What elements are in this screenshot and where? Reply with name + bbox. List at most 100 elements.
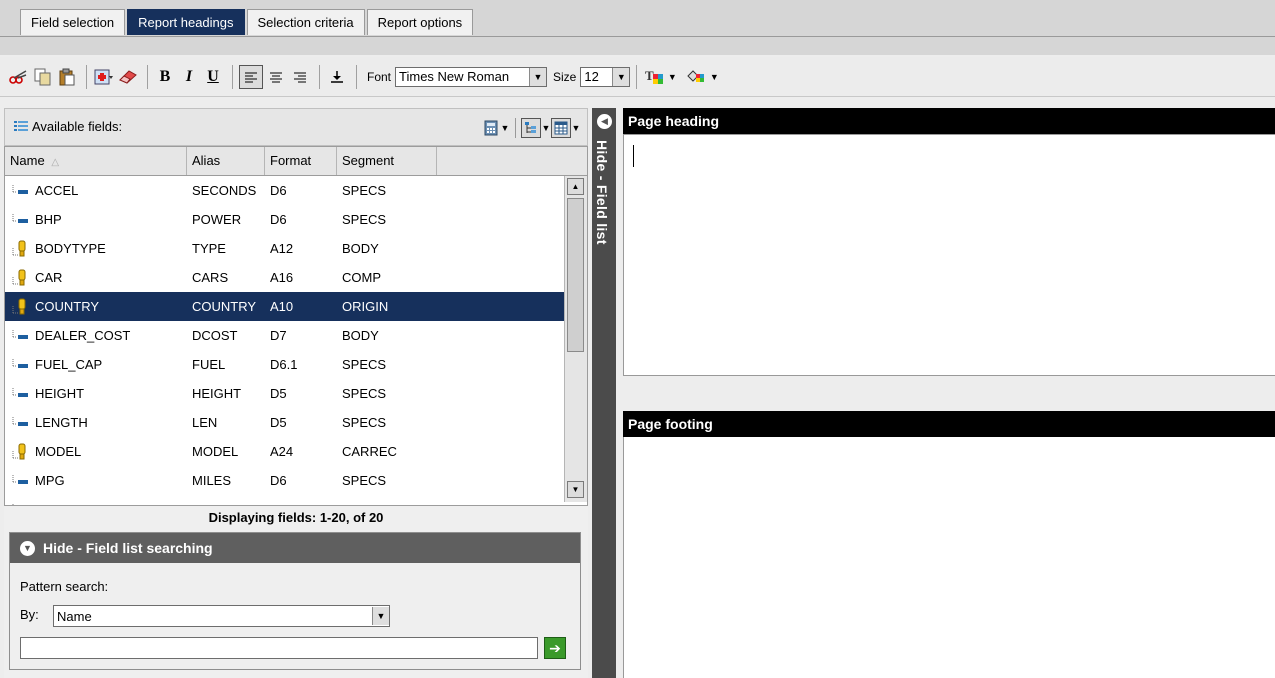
- field-list-search-toggle[interactable]: ▼ Hide - Field list searching: [10, 533, 580, 563]
- paste-icon[interactable]: [56, 66, 78, 88]
- cell-format: A10: [270, 299, 294, 314]
- cell-name: LENGTH: [35, 415, 88, 430]
- search-by-select[interactable]: Name ▼: [53, 605, 390, 627]
- cell-format: D5: [270, 386, 287, 401]
- cell-format: D6.1: [270, 357, 298, 372]
- measure-field-icon: [11, 385, 29, 402]
- eraser-icon[interactable]: [117, 66, 139, 88]
- measure-field-icon: [11, 211, 29, 228]
- field-list-panel: Available fields: ▼ ▼ ▼ Name △ Alias For…: [4, 108, 588, 678]
- bold-button[interactable]: B: [154, 66, 176, 88]
- align-left-icon[interactable]: [239, 64, 263, 89]
- table-row[interactable]: DEALER_COST DCOST D7 BODY: [5, 321, 565, 350]
- measure-field-icon: [11, 472, 29, 489]
- table-row[interactable]: MPG MILES D6 SPECS: [5, 466, 565, 495]
- tab-bar: Field selection Report headings Selectio…: [0, 0, 1275, 40]
- toolbar-separator: [86, 64, 87, 89]
- cell-segment: SPECS: [342, 415, 387, 430]
- sort-ascending-icon: △: [51, 157, 60, 168]
- align-right-icon[interactable]: [289, 66, 311, 88]
- table-row[interactable]: MODEL MODEL A24 CARREC: [5, 437, 565, 466]
- chevron-down-icon[interactable]: ▼: [612, 67, 630, 86]
- chevron-down-icon[interactable]: ▼: [529, 67, 547, 86]
- table-row[interactable]: HEIGHT HEIGHT D5 SPECS: [5, 379, 565, 408]
- fill-color-icon[interactable]: [685, 66, 707, 88]
- search-input[interactable]: [20, 637, 538, 659]
- tab-field-selection[interactable]: Field selection: [20, 9, 126, 35]
- dimension-field-icon: [11, 298, 29, 315]
- table-row[interactable]: LENGTH LEN D5 SPECS: [5, 408, 565, 437]
- tab-selection-criteria[interactable]: Selection criteria: [246, 9, 365, 35]
- cell-name: FUEL_CAP: [35, 357, 103, 372]
- cell-alias: COUNTRY: [192, 299, 257, 314]
- chevron-down-icon[interactable]: ▼: [571, 119, 581, 137]
- toolbar-separator: [356, 64, 357, 89]
- page-heading-editor[interactable]: [623, 134, 1275, 376]
- copy-icon[interactable]: [32, 66, 54, 88]
- table-row[interactable]: RETAIL_COST RCOST D7 BODY: [5, 495, 565, 505]
- cell-alias: HEIGHT: [192, 386, 242, 401]
- cell-name: COUNTRY: [35, 299, 100, 314]
- column-header-name[interactable]: Name △: [5, 147, 187, 175]
- column-header-name-label: Name: [10, 153, 45, 168]
- cell-alias: LEN: [192, 415, 218, 430]
- grid-view-icon[interactable]: [551, 118, 571, 138]
- calculator-icon[interactable]: [482, 119, 500, 137]
- table-row[interactable]: BODYTYPE TYPE A12 BODY: [5, 234, 565, 263]
- table-row[interactable]: COUNTRY COUNTRY A10 ORIGIN: [5, 292, 565, 321]
- cell-format: D5: [270, 415, 287, 430]
- chevron-down-icon[interactable]: ▼: [372, 607, 389, 625]
- chevron-down-icon[interactable]: ▼: [709, 66, 719, 88]
- search-go-button[interactable]: ➔: [544, 637, 566, 659]
- tab-divider: [0, 36, 1275, 37]
- table-row[interactable]: CAR CARS A16 COMP: [5, 263, 565, 292]
- field-list-search-title: Hide - Field list searching: [43, 540, 213, 556]
- underline-button[interactable]: U: [202, 66, 224, 88]
- column-header-format[interactable]: Format: [265, 147, 337, 175]
- cell-segment: BODY: [342, 328, 379, 343]
- page-footing-editor[interactable]: [623, 437, 1275, 678]
- cell-alias: POWER: [192, 212, 242, 227]
- insert-line-icon[interactable]: [326, 66, 348, 88]
- scrollbar-thumb[interactable]: [567, 198, 584, 352]
- measure-field-icon: [11, 414, 29, 431]
- italic-button[interactable]: I: [178, 66, 200, 88]
- measure-field-icon: [11, 356, 29, 373]
- table-row[interactable]: FUEL_CAP FUEL D6.1 SPECS: [5, 350, 565, 379]
- tree-view-icon[interactable]: [521, 118, 541, 138]
- fields-grid: Name △ Alias Format Segment ACCEL SECONDS…: [4, 146, 588, 506]
- chevron-down-icon[interactable]: ▼: [541, 119, 551, 137]
- cell-name: ACCEL: [35, 183, 79, 198]
- cell-segment: SPECS: [342, 473, 387, 488]
- displaying-fields-count: Displaying fields: 1-20, of 20: [208, 510, 384, 525]
- fields-scrollbar[interactable]: ▲ ▼: [564, 176, 587, 502]
- text-color-icon[interactable]: T: [643, 66, 665, 88]
- size-select[interactable]: 12 ▼: [580, 66, 631, 87]
- dimension-field-icon: [11, 240, 29, 257]
- font-select[interactable]: Times New Roman ▼: [395, 66, 548, 87]
- table-row[interactable]: BHP POWER D6 SPECS: [5, 205, 565, 234]
- available-fields-header: Available fields: ▼ ▼ ▼: [4, 108, 588, 146]
- insert-field-icon[interactable]: [93, 66, 115, 88]
- align-center-icon[interactable]: [265, 66, 287, 88]
- table-row[interactable]: ACCEL SECONDS D6 SPECS: [5, 176, 565, 205]
- spacer-strip: [0, 40, 1275, 55]
- available-fields-title-wrap: Available fields:: [13, 119, 122, 134]
- hide-field-list-bar[interactable]: ◀ Hide - Field list: [592, 108, 616, 678]
- page-footing-title: Page footing: [623, 411, 1275, 437]
- page-heading-title: Page heading: [623, 108, 1275, 134]
- formatting-toolbar: B I U Font Times New Roman ▼ Size 12 ▼ T…: [0, 57, 1275, 97]
- column-header-segment[interactable]: Segment: [337, 147, 437, 175]
- cell-name: HEIGHT: [35, 386, 85, 401]
- tab-report-headings[interactable]: Report headings: [127, 9, 245, 35]
- chevron-down-icon[interactable]: ▼: [500, 119, 510, 137]
- cell-format: D6: [270, 183, 287, 198]
- scroll-down-arrow-icon[interactable]: ▼: [567, 481, 584, 498]
- chevron-down-icon[interactable]: ▼: [667, 66, 677, 88]
- cut-icon[interactable]: [8, 66, 30, 88]
- font-select-value: Times New Roman: [399, 69, 510, 84]
- scroll-up-arrow-icon[interactable]: ▲: [567, 178, 584, 195]
- tab-report-options[interactable]: Report options: [366, 9, 474, 35]
- cell-segment: BODY: [342, 241, 379, 256]
- column-header-alias[interactable]: Alias: [187, 147, 265, 175]
